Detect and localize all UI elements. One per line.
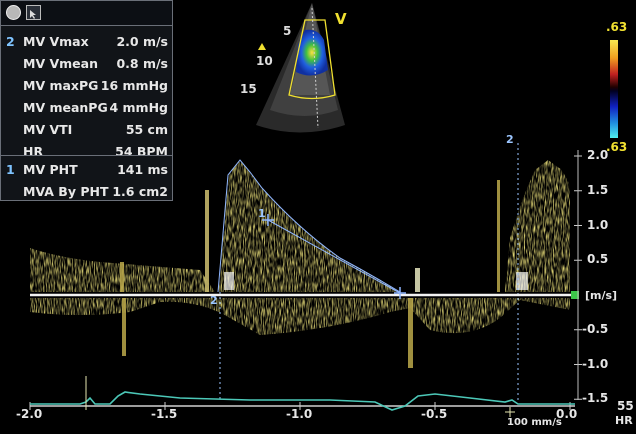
measurement-label: MV Vmean — [23, 56, 98, 71]
y-tick-label: 1.5 — [587, 182, 609, 197]
measurement-row[interactable]: 2 MV Vmax 2.0 m/s — [1, 31, 172, 53]
colorbar-bottom-label: .63 — [606, 140, 628, 154]
depth-label-15: 15 — [240, 82, 257, 96]
measurement-index: 2 — [6, 34, 15, 49]
cursor-icon[interactable] — [26, 5, 41, 20]
ultrasound-screen: 2 MV Vmax 2.0 m/s MV Vmean 0.8 m/s MV maxPG 16… — [0, 0, 636, 434]
baseline-start-label: 2 — [210, 294, 218, 307]
measurement-index: 1 — [6, 162, 15, 177]
measurement-value: 55 cm — [125, 122, 168, 137]
panel-divider — [1, 155, 172, 156]
measurement-value: 4 mmHg — [109, 100, 168, 115]
measurement-row[interactable]: MV maxPG 16 mmHg — [1, 75, 172, 97]
measurement-label: MV VTI — [23, 122, 73, 137]
measurement-label: MV maxPG — [23, 78, 99, 93]
pht-start-label: 1 — [258, 207, 266, 220]
measurement-row[interactable]: MVA By PHT 1.6 cm2 — [1, 181, 172, 203]
measurement-row[interactable]: MV VTI 55 cm — [1, 119, 172, 141]
measurement-panel: 2 MV Vmax 2.0 m/s MV Vmean 0.8 m/s MV maxPG 16… — [0, 0, 173, 201]
x-tick-label: -0.5 — [421, 407, 448, 421]
measurement-label: MV Vmax — [23, 34, 89, 49]
panel-titlebar — [1, 1, 172, 26]
measurement-value: 1.6 cm2 — [112, 184, 168, 199]
x-tick-label: -2.0 — [16, 407, 43, 421]
measurement-label: MV meanPG — [23, 100, 108, 115]
measurement-value: 141 ms — [117, 162, 168, 177]
measurement-value: 0.8 m/s — [116, 56, 168, 71]
measurement-value: 2.0 m/s — [116, 34, 168, 49]
hr-label: HR — [615, 414, 633, 427]
orientation-marker-icon — [258, 43, 266, 50]
ecg-cursor-icon[interactable] — [505, 407, 515, 417]
hr-value: 55 — [617, 399, 634, 413]
measurement-label: MVA By PHT — [23, 184, 109, 199]
measurement-label: MV PHT — [23, 162, 78, 177]
depth-label-10: 10 — [256, 54, 273, 68]
sweep-speed-label: 100 mm/s — [507, 417, 562, 428]
velocity-unit-label: [m/s] — [585, 289, 618, 302]
y-tick-label: 0.5 — [587, 252, 609, 267]
pht-end-point-icon[interactable] — [394, 287, 406, 299]
measurement-row[interactable]: MV Vmean 0.8 m/s — [1, 53, 172, 75]
measurement-row[interactable]: 1 MV PHT 141 ms — [1, 159, 172, 181]
y-tick-label: 1.0 — [587, 217, 609, 232]
y-tick-label: -1.5 — [582, 391, 609, 406]
colorbar-top-label: .63 — [606, 20, 628, 34]
y-tick-label: -0.5 — [582, 321, 609, 336]
y-tick-label: -1.0 — [582, 356, 609, 371]
measurement-value: 16 mmHg — [100, 78, 168, 93]
depth-label-5: 5 — [283, 24, 292, 38]
y-tick-label: 2.0 — [587, 148, 609, 162]
vmax-cursor-label: 2 — [506, 133, 514, 146]
x-tick-label: -1.0 — [286, 407, 313, 421]
colorbar — [610, 40, 618, 138]
measurement-row[interactable]: MV meanPG 4 mmHg — [1, 97, 172, 119]
x-tick-label: -1.5 — [151, 407, 178, 421]
view-marker: V — [335, 10, 347, 28]
record-circle-icon[interactable] — [6, 5, 21, 20]
